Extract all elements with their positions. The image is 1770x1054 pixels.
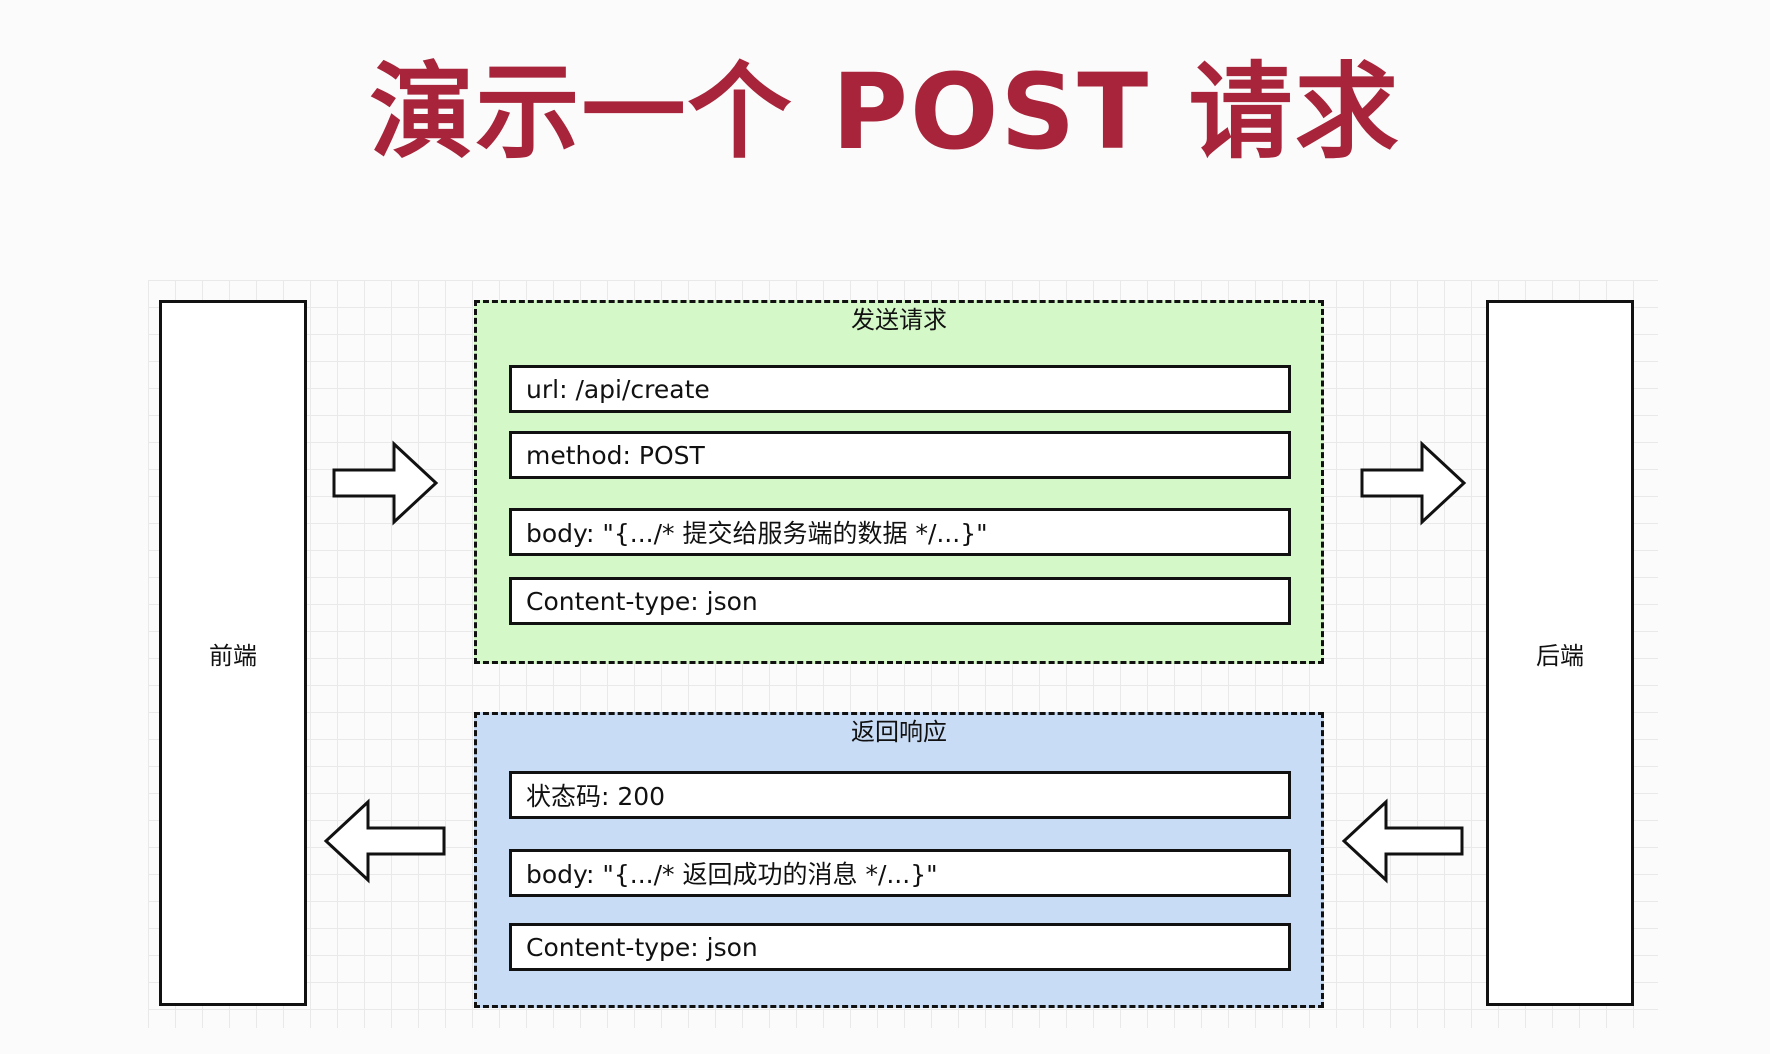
response-status-field: 状态码: 200 [509,771,1291,819]
backend-box: 后端 [1486,300,1634,1006]
response-group-title: 返回响应 [851,718,947,746]
arrow-right-icon [332,440,439,526]
frontend-label: 前端 [209,641,257,670]
request-content-type-field: Content-type: json [509,577,1291,625]
request-url-field: url: /api/create [509,365,1291,413]
response-group: 返回响应 状态码: 200 body: "{.../* 返回成功的消息 */..… [474,712,1324,1008]
request-group-title: 发送请求 [851,306,947,334]
response-content-type-field: Content-type: json [509,923,1291,971]
frontend-box: 前端 [159,300,307,1006]
request-method-field: method: POST [509,431,1291,479]
arrow-left-icon [323,798,446,884]
request-group: 发送请求 url: /api/create method: POST body:… [474,300,1324,664]
backend-label: 后端 [1536,641,1584,670]
arrow-right-icon [1360,440,1467,526]
arrow-left-icon [1341,798,1464,884]
request-body-field: body: "{.../* 提交给服务端的数据 */...}" [509,508,1291,556]
page-title: 演示一个 POST 请求 [369,51,1401,173]
response-body-field: body: "{.../* 返回成功的消息 */...}" [509,849,1291,897]
